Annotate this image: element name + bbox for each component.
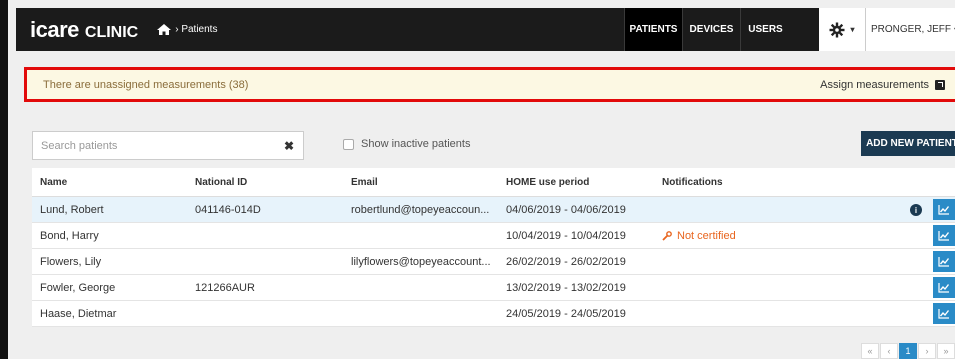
patient-email bbox=[351, 275, 501, 300]
patient-email bbox=[351, 301, 501, 326]
table-header-row: Name National ID Email HOME use period N… bbox=[32, 168, 955, 197]
search-input[interactable] bbox=[33, 132, 275, 159]
table-row[interactable]: Bond, Harry 10/04/2019 - 10/04/2019 Not … bbox=[32, 223, 955, 249]
patient-period: 04/06/2019 - 04/06/2019 bbox=[506, 203, 626, 216]
table-row[interactable]: Haase, Dietmar 24/05/2019 - 24/05/2019 bbox=[32, 301, 955, 327]
line-chart-icon[interactable] bbox=[933, 251, 955, 272]
chevron-down-icon: ▾ bbox=[850, 25, 855, 34]
line-chart-icon[interactable] bbox=[933, 303, 955, 324]
breadcrumb-current: › Patients bbox=[175, 24, 218, 35]
patient-period: 13/02/2019 - 13/02/2019 bbox=[506, 281, 626, 294]
table-row[interactable]: Lund, Robert 041146-014D robertlund@tope… bbox=[32, 197, 955, 223]
logo-sub: CLINIC bbox=[84, 23, 139, 41]
logo-main: icare bbox=[30, 16, 79, 42]
external-link-icon bbox=[935, 79, 945, 90]
patient-national-id: 121266AUR bbox=[195, 281, 255, 294]
pagination: « ‹ 1 › » bbox=[860, 343, 955, 359]
patient-name: Fowler, George bbox=[40, 281, 116, 294]
table-row[interactable]: Fowler, George 121266AUR 13/02/2019 - 13… bbox=[32, 275, 955, 301]
gear-icon bbox=[829, 22, 845, 37]
wrench-icon bbox=[662, 230, 672, 241]
column-header-period[interactable]: HOME use period bbox=[506, 168, 656, 196]
show-inactive-label: Show inactive patients bbox=[361, 138, 471, 150]
patient-name: Bond, Harry bbox=[40, 229, 99, 242]
unassigned-measurements-alert: There are unassigned measurements (38) A… bbox=[24, 67, 955, 102]
assign-label: Assign measurements bbox=[820, 78, 929, 91]
pagination-current[interactable]: 1 bbox=[899, 343, 917, 359]
patient-national-id: 041146-014D bbox=[195, 203, 261, 216]
assign-measurements-link[interactable]: Assign measurements bbox=[820, 79, 945, 91]
pagination-prev[interactable]: ‹ bbox=[880, 343, 898, 359]
nav-patients[interactable]: PATIENTS bbox=[624, 8, 682, 51]
patient-email: lilyflowers@topeyeaccount... bbox=[351, 255, 491, 268]
app-logo[interactable]: icare CLINIC bbox=[30, 17, 138, 43]
line-chart-icon[interactable] bbox=[933, 225, 955, 246]
patient-email bbox=[351, 223, 501, 248]
show-inactive-checkbox[interactable] bbox=[343, 138, 354, 150]
patient-name: Lund, Robert bbox=[40, 203, 104, 216]
patient-name: Haase, Dietmar bbox=[40, 307, 117, 320]
patient-period: 24/05/2019 - 24/05/2019 bbox=[506, 307, 626, 320]
pagination-next[interactable]: › bbox=[918, 343, 936, 359]
app-frame: icare CLINIC › Patients PATIENTS DEVICES … bbox=[0, 0, 955, 359]
patient-period: 26/02/2019 - 26/02/2019 bbox=[506, 255, 626, 268]
show-inactive-toggle[interactable]: Show inactive patients bbox=[343, 138, 470, 150]
patients-table: Name National ID Email HOME use period N… bbox=[32, 168, 955, 327]
column-header-notifications[interactable]: Notifications bbox=[662, 168, 862, 196]
breadcrumb: › Patients bbox=[156, 23, 217, 36]
column-header-national-id[interactable]: National ID bbox=[195, 168, 345, 196]
line-chart-icon[interactable] bbox=[933, 277, 955, 298]
notification-text: Not certified bbox=[677, 229, 736, 242]
not-certified-status: Not certified bbox=[662, 230, 736, 242]
patient-notification: Not certified bbox=[662, 223, 862, 248]
column-header-name[interactable]: Name bbox=[40, 168, 190, 196]
main-nav: PATIENTS DEVICES USERS ▾ PRONGER, JEFF bbox=[624, 8, 955, 51]
home-icon[interactable] bbox=[156, 23, 172, 36]
close-icon[interactable]: ✖ bbox=[275, 132, 303, 159]
patient-national-id bbox=[195, 223, 345, 248]
patient-national-id bbox=[195, 249, 345, 274]
patient-name: Flowers, Lily bbox=[40, 255, 102, 268]
line-chart-icon[interactable] bbox=[933, 199, 955, 220]
settings-menu[interactable]: ▾ bbox=[819, 8, 865, 51]
patient-period: 10/04/2019 - 10/04/2019 bbox=[506, 229, 626, 242]
info-icon[interactable]: i bbox=[910, 204, 922, 216]
alert-message: There are unassigned measurements (38) bbox=[43, 78, 249, 91]
column-header-email[interactable]: Email bbox=[351, 168, 501, 196]
user-name: PRONGER, JEFF bbox=[870, 24, 951, 35]
patient-national-id bbox=[195, 301, 345, 326]
pagination-first[interactable]: « bbox=[861, 343, 879, 359]
search-box: ✖ bbox=[32, 131, 304, 160]
pagination-last[interactable]: » bbox=[937, 343, 955, 359]
patient-email: robertlund@topeyeaccoun... bbox=[351, 203, 490, 216]
patients-toolbar: ✖ Show inactive patients ADD NEW PATIENT bbox=[32, 131, 955, 161]
nav-devices[interactable]: DEVICES bbox=[682, 8, 740, 51]
top-navbar: icare CLINIC › Patients PATIENTS DEVICES … bbox=[16, 8, 955, 51]
nav-users[interactable]: USERS bbox=[740, 8, 790, 51]
user-menu[interactable]: PRONGER, JEFF ▾ bbox=[865, 8, 955, 51]
table-row[interactable]: Flowers, Lily lilyflowers@topeyeaccount.… bbox=[32, 249, 955, 275]
add-new-patient-button[interactable]: ADD NEW PATIENT bbox=[861, 131, 955, 156]
